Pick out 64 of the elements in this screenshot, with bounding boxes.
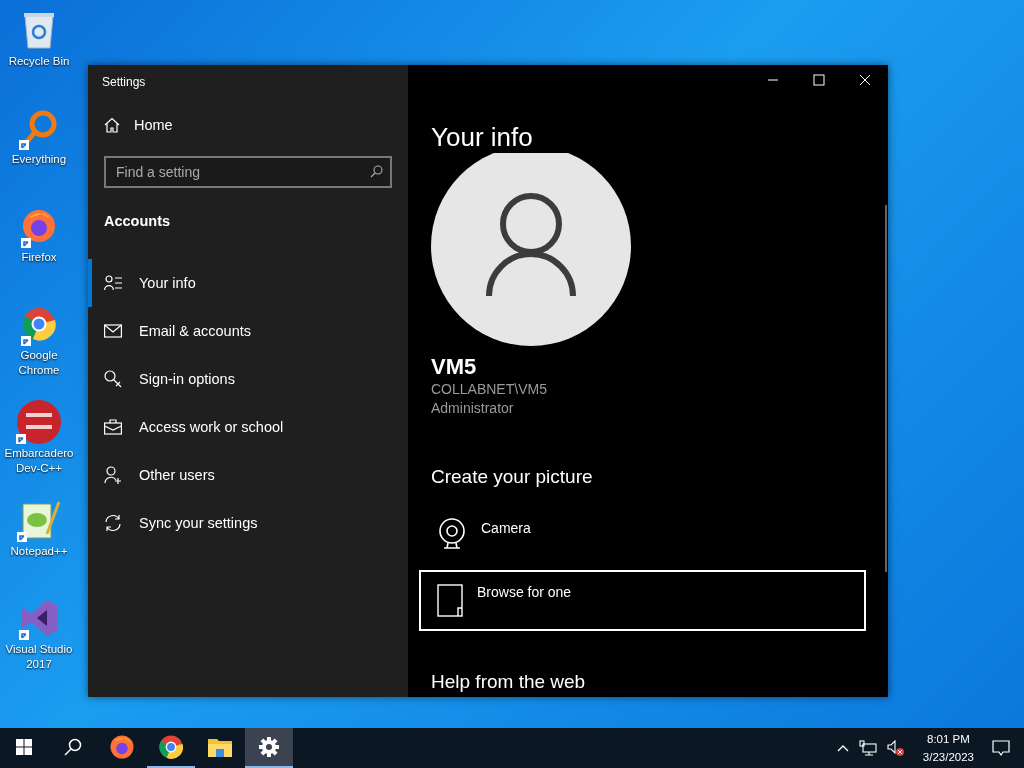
desktop-shortcut[interactable]: Embarcadero Dev-C++ [0, 398, 78, 496]
desktop-shortcut[interactable]: Firefox [0, 202, 78, 300]
search-field[interactable]: Find a setting [104, 156, 392, 188]
section-heading: Accounts [103, 213, 172, 229]
shortcut-arrow-icon [21, 336, 31, 346]
notification-icon[interactable] [992, 739, 1010, 757]
clock[interactable]: 8:01 PM 3/23/2023 [922, 730, 974, 766]
person-list-icon [104, 274, 122, 292]
picture-option[interactable]: Browse for one [419, 570, 866, 631]
desktop-shortcut[interactable]: Everything [0, 104, 78, 202]
desktop-icon-label: Google Chrome [17, 348, 61, 378]
nav-item[interactable]: Email & accounts [88, 307, 408, 355]
desktop-icon-label: Notepad++ [9, 544, 69, 559]
chrome-icon [21, 306, 57, 342]
visual-studio-icon [19, 598, 59, 638]
document-icon [437, 584, 463, 618]
sync-icon [104, 514, 122, 532]
key-icon [104, 370, 122, 388]
chrome-icon [158, 734, 184, 760]
desktop-icon-label: Firefox [20, 250, 58, 265]
account-role: Administrator [431, 399, 515, 418]
speaker-icon[interactable] [886, 740, 905, 756]
scrollbar[interactable] [885, 205, 887, 572]
settings-icon [259, 737, 279, 757]
chevron-up-icon[interactable] [836, 744, 849, 752]
avatar-icon [431, 153, 631, 346]
home-icon [104, 117, 120, 133]
shortcut-arrow-icon [21, 238, 31, 248]
shortcut-arrow-icon [19, 630, 29, 640]
desktop-icon-label: Visual Studio 2017 [4, 642, 74, 672]
desktop-icon-label: Recycle Bin [7, 54, 71, 69]
webcam-icon [437, 518, 467, 550]
desktop-shortcut[interactable]: Recycle Bin [0, 6, 78, 104]
nav-item[interactable]: Sync your settings [88, 499, 408, 547]
recycle-bin-icon [22, 10, 56, 50]
dev-logo-icon [16, 399, 62, 445]
taskbar-button[interactable] [245, 728, 293, 768]
account-name: COLLABNET\VM5 [431, 380, 548, 399]
picture-option[interactable]: Camera [419, 510, 866, 570]
nav-item[interactable]: Access work or school [88, 403, 408, 451]
section-heading: Help from the web [431, 671, 587, 693]
folder-icon [208, 737, 232, 757]
shortcut-arrow-icon [16, 434, 26, 444]
search-icon [64, 738, 82, 756]
briefcase-icon [104, 418, 122, 436]
firefox-icon [21, 208, 57, 244]
nav-item[interactable]: Sign-in options [88, 355, 408, 403]
shortcut-arrow-icon [19, 140, 29, 150]
page-heading: Your info [431, 121, 534, 153]
shortcut-arrow-icon [17, 532, 27, 542]
envelope-icon [104, 322, 122, 340]
desktop-shortcut[interactable]: Google Chrome [0, 300, 78, 398]
network-icon[interactable] [858, 740, 877, 756]
section-heading: Create your picture [431, 466, 594, 488]
firefox-icon [109, 734, 135, 760]
search-icon [370, 165, 383, 178]
window-title: Settings [101, 74, 147, 89]
add-person-icon [104, 466, 122, 484]
user-name: VM5 [431, 354, 478, 380]
desktop-icon-label: Embarcadero Dev-C++ [3, 446, 75, 476]
windows-logo-icon [16, 739, 32, 755]
desktop-icon-label: Everything [10, 152, 68, 167]
nav-item[interactable]: Other users [88, 451, 408, 499]
home-link[interactable]: Home [88, 117, 408, 133]
